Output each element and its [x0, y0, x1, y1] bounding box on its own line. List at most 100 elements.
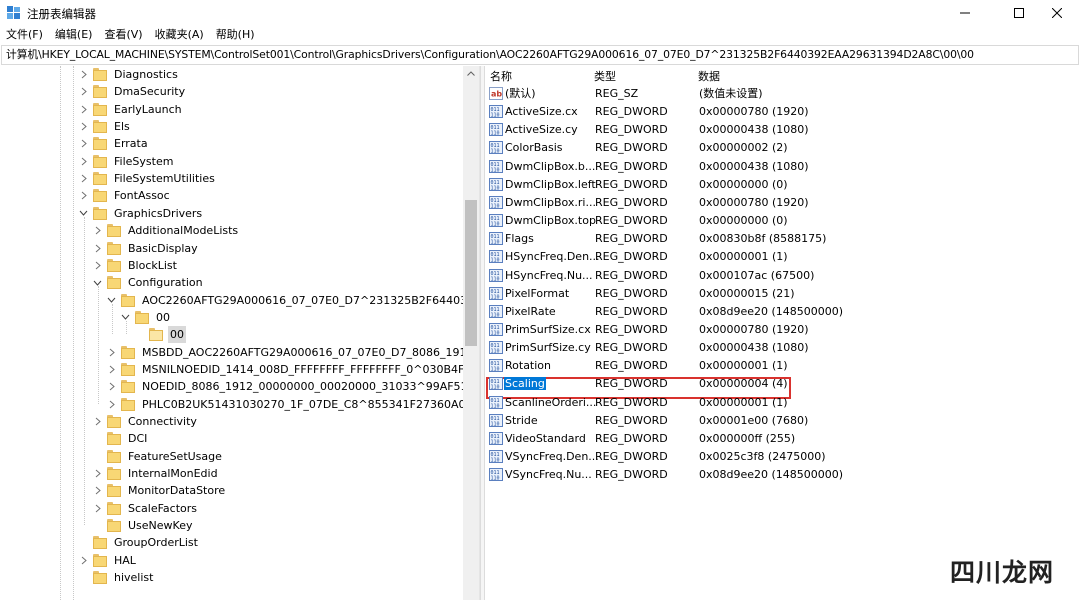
- tree-node[interactable]: HAL: [78, 552, 138, 569]
- chevron-right-icon[interactable]: [92, 225, 103, 236]
- value-type: REG_DWORD: [595, 177, 668, 191]
- tree-node[interactable]: MonitorDataStore: [92, 482, 227, 499]
- tree-node[interactable]: BlockList: [92, 257, 179, 274]
- tree-node[interactable]: FeatureSetUsage: [92, 448, 224, 465]
- tree-node-label: FileSystem: [114, 154, 174, 168]
- column-header-name[interactable]: 名称: [490, 68, 512, 84]
- column-header-type[interactable]: 类型: [594, 68, 616, 84]
- value-row[interactable]: 011 110 PrimSurfSize.cy REG_DWORD 0x00000438…: [485, 339, 1080, 357]
- menu-file[interactable]: 文件(F): [0, 26, 49, 45]
- value-row[interactable]: 011 110 Stride REG_DWORD 0x00001e00 (7680): [485, 412, 1080, 430]
- value-row[interactable]: 011 110 VSyncFreq.Nu... REG_DWORD 0x08d9ee20…: [485, 466, 1080, 484]
- tree-node[interactable]: hivelist: [78, 569, 155, 586]
- tree-node[interactable]: DmaSecurity: [78, 83, 187, 100]
- value-row[interactable]: 011 110 PixelFormat REG_DWORD 0x00000015 (21…: [485, 285, 1080, 303]
- chevron-right-icon[interactable]: [78, 555, 89, 566]
- menu-edit[interactable]: 编辑(E): [49, 26, 99, 45]
- value-row[interactable]: 011 110 VSyncFreq.Den... REG_DWORD 0x0025c3f…: [485, 448, 1080, 466]
- address-bar[interactable]: 计算机\HKEY_LOCAL_MACHINE\SYSTEM\ControlSet…: [1, 45, 1079, 65]
- menu-help[interactable]: 帮助(H): [210, 26, 261, 45]
- value-name-cell: DwmClipBox.top: [504, 212, 597, 230]
- value-row[interactable]: 011 110 DwmClipBox.left REG_DWORD 0x00000000…: [485, 176, 1080, 194]
- chevron-down-icon[interactable]: [120, 312, 131, 323]
- chevron-right-icon[interactable]: [92, 243, 103, 254]
- value-type: REG_DWORD: [595, 195, 668, 209]
- value-row[interactable]: 011 110 Rotation REG_DWORD 0x00000001 (1): [485, 357, 1080, 375]
- value-row[interactable]: 011 110 ColorBasis REG_DWORD 0x00000002 (2): [485, 139, 1080, 157]
- value-row[interactable]: 011 110 DwmClipBox.top REG_DWORD 0x00000000 …: [485, 212, 1080, 230]
- chevron-right-icon[interactable]: [106, 381, 117, 392]
- chevron-right-icon[interactable]: [92, 416, 103, 427]
- chevron-down-icon[interactable]: [92, 277, 103, 288]
- tree-node[interactable]: 00: [134, 326, 186, 344]
- value-row[interactable]: 011 110 ScanlineOrderi... REG_DWORD 0x000000…: [485, 394, 1080, 412]
- tree-node[interactable]: PHLC0B2UK51431030270_1F_07DE_C8^855341F2…: [106, 396, 479, 413]
- value-row[interactable]: 011 110 DwmClipBox.b... REG_DWORD 0x00000438…: [485, 158, 1080, 176]
- tree-node[interactable]: Diagnostics: [78, 66, 180, 83]
- scroll-thumb[interactable]: [465, 200, 477, 346]
- value-data: 0x00001e00 (7680): [699, 413, 809, 427]
- value-row[interactable]: 011 110 Flags REG_DWORD 0x00830b8f (8588175): [485, 230, 1080, 248]
- chevron-right-icon[interactable]: [78, 69, 89, 80]
- value-row[interactable]: 011 110 HSyncFreq.Den... REG_DWORD 0x0000000…: [485, 248, 1080, 266]
- menu-view[interactable]: 查看(V): [98, 26, 148, 45]
- value-row[interactable]: ab (默认) REG_SZ (数值未设置): [485, 85, 1080, 103]
- column-header-data[interactable]: 数据: [698, 68, 720, 84]
- tree-node[interactable]: FontAssoc: [78, 187, 172, 204]
- tree-node[interactable]: UseNewKey: [92, 517, 195, 534]
- value-row[interactable]: 011 110 ActiveSize.cx REG_DWORD 0x00000780 (…: [485, 103, 1080, 121]
- chevron-right-icon[interactable]: [78, 190, 89, 201]
- chevron-right-icon[interactable]: [106, 399, 117, 410]
- chevron-right-icon[interactable]: [78, 104, 89, 115]
- tree-node[interactable]: EarlyLaunch: [78, 101, 184, 118]
- tree-node[interactable]: MSBDD_AOC2260AFTG29A000616_07_07E0_D7_80…: [106, 344, 479, 361]
- chevron-right-icon[interactable]: [92, 260, 103, 271]
- value-data: 0x00000000 (0): [699, 214, 788, 228]
- tree-node[interactable]: GraphicsDrivers: [78, 205, 204, 222]
- binary-value-icon: 011 110: [489, 123, 503, 137]
- tree-node[interactable]: AdditionalModeLists: [92, 222, 240, 239]
- tree-node[interactable]: FileSystem: [78, 153, 175, 170]
- chevron-right-icon[interactable]: [92, 468, 103, 479]
- tree-node[interactable]: Els: [78, 118, 132, 135]
- value-row[interactable]: 011 110 DwmClipBox.ri... REG_DWORD 0x0000078…: [485, 194, 1080, 212]
- value-row[interactable]: 011 110 ActiveSize.cy REG_DWORD 0x00000438 (…: [485, 121, 1080, 139]
- tree-node[interactable]: 00: [120, 309, 172, 326]
- chevron-right-icon[interactable]: [78, 138, 89, 149]
- tree-node[interactable]: ScaleFactors: [92, 500, 199, 517]
- chevron-right-icon[interactable]: [78, 173, 89, 184]
- chevron-right-icon[interactable]: [106, 347, 117, 358]
- tree-node[interactable]: BasicDisplay: [92, 240, 200, 257]
- chevron-right-icon[interactable]: [92, 485, 103, 496]
- tree-node[interactable]: Configuration: [92, 274, 205, 291]
- close-button[interactable]: [1034, 0, 1080, 26]
- tree-scrollbar[interactable]: [463, 66, 479, 600]
- minimize-button[interactable]: [942, 0, 988, 26]
- value-row[interactable]: 011 110 HSyncFreq.Nu... REG_DWORD 0x000107ac…: [485, 267, 1080, 285]
- chevron-right-icon[interactable]: [106, 364, 117, 375]
- chevron-right-icon[interactable]: [78, 121, 89, 132]
- tree-node[interactable]: Connectivity: [92, 413, 199, 430]
- tree-node[interactable]: NOEDID_8086_1912_00000000_00020000_31033…: [106, 378, 479, 395]
- chevron-right-icon[interactable]: [78, 86, 89, 97]
- value-name-cell: Scaling: [504, 375, 546, 393]
- value-name: Scaling: [504, 377, 546, 391]
- chevron-down-icon[interactable]: [78, 208, 89, 219]
- tree-node[interactable]: GroupOrderList: [78, 534, 200, 551]
- value-row[interactable]: 011 110 Scaling REG_DWORD 0x00000004 (4): [485, 375, 1080, 393]
- value-row[interactable]: 011 110 VideoStandard REG_DWORD 0x000000ff (…: [485, 430, 1080, 448]
- chevron-right-icon[interactable]: [92, 503, 103, 514]
- chevron-right-icon[interactable]: [78, 156, 89, 167]
- tree-node[interactable]: Errata: [78, 135, 150, 152]
- tree-node[interactable]: InternalMonEdid: [92, 465, 220, 482]
- value-data: 0x08d9ee20 (148500000): [699, 468, 844, 482]
- tree-node[interactable]: FileSystemUtilities: [78, 170, 217, 187]
- value-row[interactable]: 011 110 PrimSurfSize.cx REG_DWORD 0x00000780…: [485, 321, 1080, 339]
- chevron-down-icon[interactable]: [106, 295, 117, 306]
- tree-node[interactable]: MSNILNOEDID_1414_008D_FFFFFFFF_FFFFFFFF_…: [106, 361, 479, 378]
- menu-favorites[interactable]: 收藏夹(A): [149, 26, 210, 45]
- value-row[interactable]: 011 110 PixelRate REG_DWORD 0x08d9ee20 (1485…: [485, 303, 1080, 321]
- scroll-up-button[interactable]: [463, 66, 479, 80]
- tree-node[interactable]: DCI: [92, 430, 149, 447]
- tree-node[interactable]: AOC2260AFTG29A000616_07_07E0_D7^231325B2…: [106, 292, 479, 309]
